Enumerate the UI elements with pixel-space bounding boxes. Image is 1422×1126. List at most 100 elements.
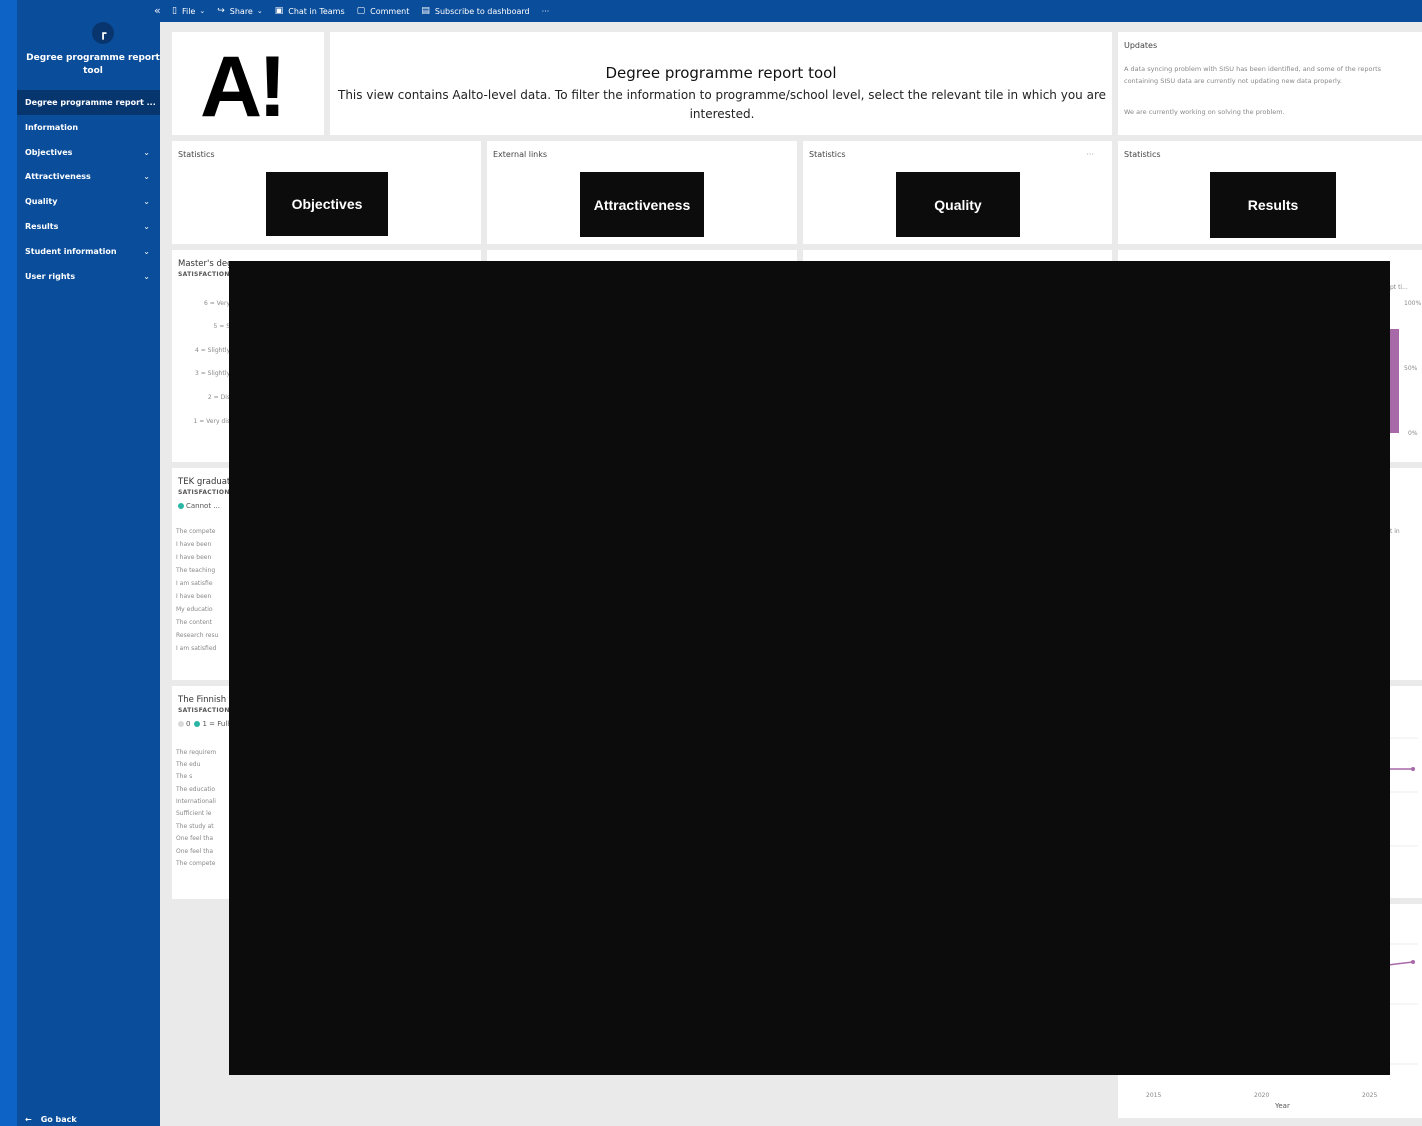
share-label: Share <box>229 6 253 16</box>
obscuring-overlay <box>229 261 1390 1075</box>
workspace-title: Degree programme report tool <box>26 53 160 76</box>
sidebar-item-label: Attractiveness <box>25 172 91 181</box>
row-label: Internationali <box>176 798 216 805</box>
left-edge-strip <box>0 0 17 1126</box>
sidebar-item-results[interactable]: Results ⌄ <box>17 214 160 239</box>
legend-dot <box>194 721 201 727</box>
row-label: I have been <box>176 541 212 548</box>
row-label: I have been <box>176 554 212 561</box>
chat-in-teams-button[interactable]: ▣ Chat in Teams <box>275 6 345 16</box>
scale-label: 3 = Slightly <box>195 370 230 377</box>
legend-item[interactable]: Cannot ... <box>178 502 220 510</box>
updates-text: A data syncing problem with SISU has bee… <box>1124 65 1382 85</box>
chevron-down-icon[interactable]: ⌄ <box>143 148 150 157</box>
percent-tick: 50% <box>1404 365 1418 372</box>
teams-icon: ▣ <box>274 6 284 16</box>
go-back-button[interactable]: ← Go back <box>25 1115 77 1124</box>
quality-tile-button[interactable]: Quality <box>896 172 1020 237</box>
objectives-tile-button[interactable]: Objectives <box>266 172 388 236</box>
scale-label: 2 = Dis <box>207 394 230 401</box>
tile-card-title: Statistics <box>809 150 846 159</box>
sidebar: « ┏ Degree programme report tool Degree … <box>17 0 161 1126</box>
header-fragment: pt ti... <box>1390 284 1408 291</box>
arrow-left-icon: ← <box>25 1115 32 1124</box>
visual-title: TEK graduat <box>178 477 231 487</box>
sidebar-item-user-rights[interactable]: User rights ⌄ <box>17 264 160 289</box>
sidebar-item-label: Results <box>25 222 59 231</box>
trend-point[interactable] <box>1411 960 1415 964</box>
sidebar-item-label: Information <box>25 123 79 132</box>
sidebar-item-label: Degree programme report ... <box>25 98 156 107</box>
row-label: Sufficient le <box>176 810 212 817</box>
subscribe-label: Subscribe to dashboard <box>434 6 530 16</box>
report-title: Degree programme report tool <box>605 64 837 82</box>
row-label: The edu <box>176 761 201 768</box>
chevron-down-icon: ⌄ <box>199 7 206 15</box>
sidebar-item-objectives[interactable]: Objectives ⌄ <box>17 140 160 165</box>
file-icon: ▯ <box>172 6 177 16</box>
more-options-button[interactable]: ··· <box>542 7 550 16</box>
chevron-down-icon[interactable]: ⌄ <box>143 197 150 206</box>
attractiveness-tile-button[interactable]: Attractiveness <box>580 172 704 237</box>
sidebar-item-label: Quality <box>25 197 58 206</box>
quality-tile-card: Statistics ··· Quality <box>803 141 1112 244</box>
sidebar-item-degree-programme-report[interactable]: Degree programme report ... <box>17 90 160 115</box>
chevron-down-icon[interactable]: ⌄ <box>143 222 150 231</box>
row-label: I am satisfie <box>176 580 213 587</box>
percent-tick: 100% <box>1404 300 1422 307</box>
comment-button[interactable]: ▢ Comment <box>357 6 410 16</box>
results-tile-card: Statistics Results <box>1118 141 1422 244</box>
row-label: One feel tha <box>176 835 214 842</box>
scale-label: 5 = S <box>213 323 230 330</box>
sidebar-item-label: User rights <box>25 272 76 281</box>
row-label: One feel tha <box>176 848 214 855</box>
visual-title: Master's deg <box>178 259 233 269</box>
chevron-down-icon: ⌄ <box>256 7 263 15</box>
toolbar: ▯ File ⌄ ↪ Share ⌄ ▣ Chat in Teams ▢ Com… <box>160 0 1422 22</box>
updates-title: Updates <box>1124 41 1158 50</box>
row-label: The educatio <box>176 786 216 793</box>
row-label: The study at <box>176 823 214 830</box>
chat-label: Chat in Teams <box>288 6 345 16</box>
row-label: The compete <box>176 860 216 867</box>
scale-label: 1 = Very dis <box>193 418 230 425</box>
row-label: Research resu <box>176 632 219 639</box>
chevron-down-icon[interactable]: ⌄ <box>143 172 150 181</box>
file-menu-button[interactable]: ▯ File ⌄ <box>172 6 205 16</box>
sidebar-item-label: Objectives <box>25 148 73 157</box>
percent-tick: 0% <box>1408 430 1418 437</box>
report-canvas: A! Degree programme report tool This vie… <box>160 22 1422 1126</box>
sidebar-item-student-information[interactable]: Student information ⌄ <box>17 239 160 264</box>
sidebar-item-attractiveness[interactable]: Attractiveness ⌄ <box>17 164 160 189</box>
comment-icon: ▢ <box>356 6 366 16</box>
subscribe-button[interactable]: ▤ Subscribe to dashboard <box>421 6 529 16</box>
chevron-down-icon[interactable]: ⌄ <box>143 247 150 256</box>
row-label: My educatio <box>176 606 213 613</box>
results-tile-button[interactable]: Results <box>1210 172 1336 238</box>
report-description: This view contains Aalto-level data. To … <box>338 88 1106 121</box>
trend-point[interactable] <box>1411 767 1415 771</box>
legend: 0 1 = Fully <box>178 720 233 728</box>
chevron-down-icon[interactable]: ⌄ <box>143 272 150 281</box>
sidebar-item-quality[interactable]: Quality ⌄ <box>17 189 160 214</box>
legend-label[interactable]: 0 <box>186 720 190 728</box>
updates-card: Updates A data syncing problem with SISU… <box>1118 32 1422 135</box>
share-button[interactable]: ↪ Share ⌄ <box>217 6 263 16</box>
row-label: I have been <box>176 593 212 600</box>
objectives-tile-card: Statistics Objectives <box>172 141 481 244</box>
scale-label: 4 = Slightly <box>195 347 230 354</box>
updates-text-secondary: We are currently working on solving the … <box>1124 108 1285 116</box>
row-label: The s <box>176 773 193 780</box>
more-options-icon[interactable]: ··· <box>1086 150 1094 159</box>
sidebar-item-information[interactable]: Information <box>17 115 160 140</box>
sidebar-item-label: Student information <box>25 247 117 256</box>
x-tick-label: 2025 <box>1362 1092 1378 1099</box>
percentage-bar[interactable] <box>1390 329 1399 433</box>
report-header-card: Degree programme report tool This view c… <box>330 32 1112 135</box>
aalto-logo-card: A! <box>172 32 324 135</box>
visual-text-fragment: t in <box>1390 528 1400 535</box>
scale-label: 6 = Very <box>203 300 230 307</box>
legend-dot <box>178 503 184 509</box>
share-icon: ↪ <box>217 6 225 16</box>
go-back-label: Go back <box>40 1115 77 1124</box>
